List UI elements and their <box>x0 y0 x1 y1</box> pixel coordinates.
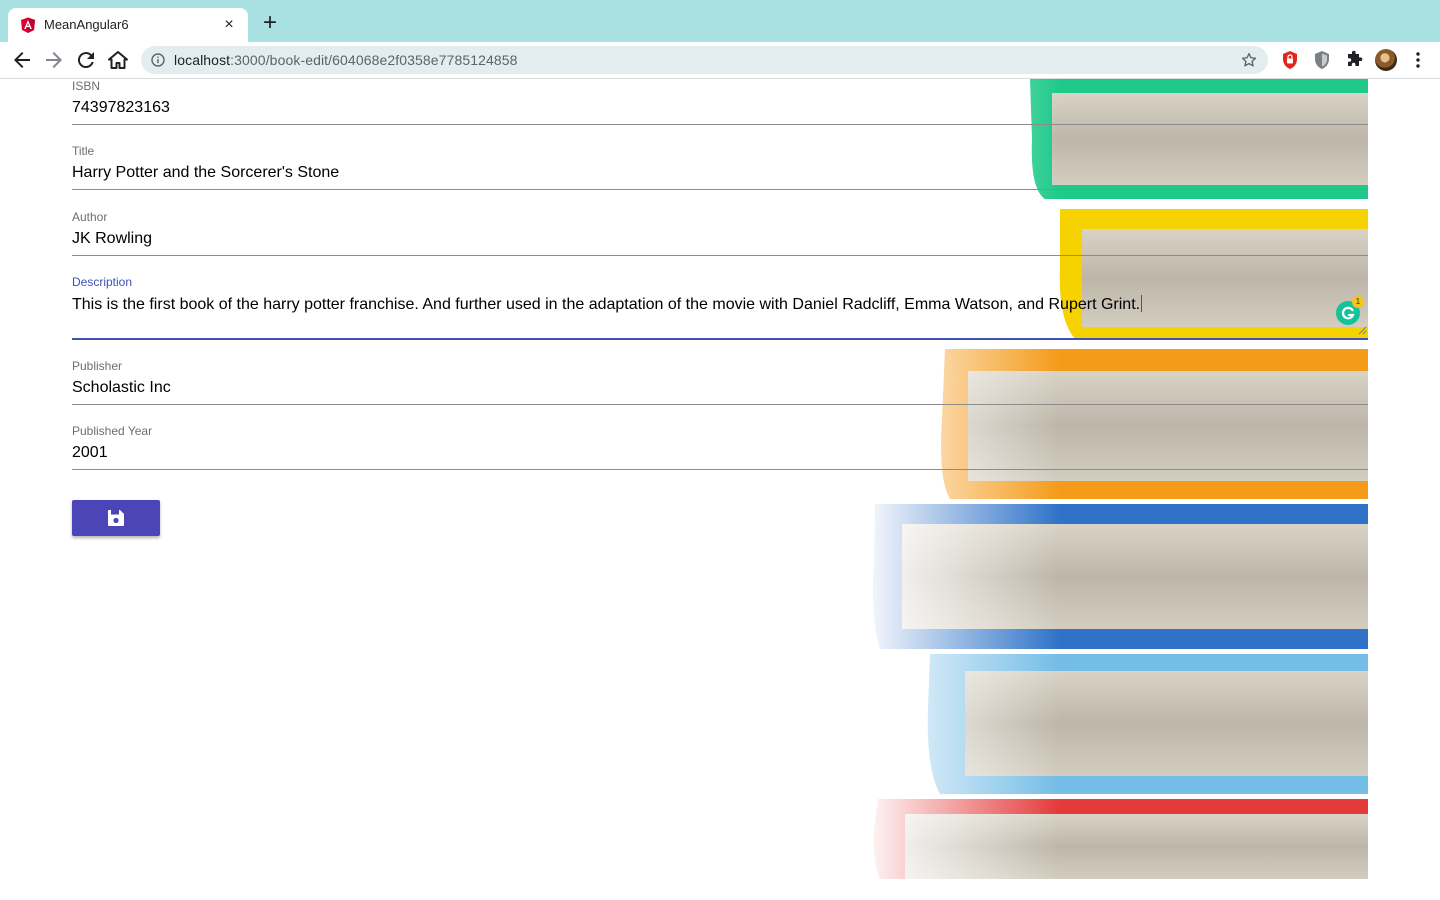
menu-kebab-icon[interactable] <box>1410 50 1426 70</box>
description-label: Description <box>72 275 133 289</box>
author-label: Author <box>72 210 108 224</box>
tab-title: MeanAngular6 <box>44 17 129 32</box>
extension-shield-gray-icon[interactable] <box>1312 50 1332 70</box>
address-bar[interactable]: localhost:3000/book-edit/604068e2f0358e7… <box>141 46 1268 74</box>
text-caret <box>1141 295 1143 312</box>
extension-shield-red-icon[interactable] <box>1280 50 1300 70</box>
browser-tabstrip: MeanAngular6 × + <box>0 0 1440 42</box>
publisher-label: Publisher <box>72 359 123 373</box>
bookmark-star-icon[interactable] <box>1240 51 1258 69</box>
save-floppy-icon <box>108 510 124 526</box>
book-stack-background-image <box>860 79 1368 879</box>
home-icon[interactable] <box>106 48 130 72</box>
save-button[interactable] <box>72 500 160 536</box>
browser-toolbar: localhost:3000/book-edit/604068e2f0358e7… <box>0 42 1440 79</box>
url-text[interactable]: localhost:3000/book-edit/604068e2f0358e7… <box>174 52 518 68</box>
grammarly-badge: 1 <box>1352 296 1364 308</box>
published-year-input[interactable]: 2001 <box>72 444 108 462</box>
browser-tab[interactable]: MeanAngular6 × <box>8 8 248 42</box>
forward-icon[interactable] <box>42 48 66 72</box>
isbn-field[interactable]: ISBN 74397823163 <box>72 79 1368 125</box>
isbn-label: ISBN <box>72 79 101 93</box>
title-input[interactable]: Harry Potter and the Sorcerer's Stone <box>72 164 339 182</box>
back-icon[interactable] <box>10 48 34 72</box>
description-field[interactable]: Description This is the first book of th… <box>72 267 1368 340</box>
url-host: localhost <box>174 52 231 68</box>
title-field[interactable]: Title Harry Potter and the Sorcerer's St… <box>72 136 1368 190</box>
title-label: Title <box>72 144 95 158</box>
url-path: :3000/book-edit/604068e2f0358e7785124858 <box>230 52 518 68</box>
reload-icon[interactable] <box>74 48 98 72</box>
tab-close-icon[interactable]: × <box>220 16 238 34</box>
extensions-puzzle-icon[interactable] <box>1344 50 1364 70</box>
publisher-input[interactable]: Scholastic Inc <box>72 379 171 397</box>
author-input[interactable]: JK Rowling <box>72 230 152 248</box>
angular-logo-icon <box>21 17 35 33</box>
published-year-label: Published Year <box>72 424 153 438</box>
author-field[interactable]: Author JK Rowling <box>72 202 1368 256</box>
textarea-resize-handle-icon[interactable] <box>1357 325 1367 335</box>
profile-avatar[interactable] <box>1375 49 1397 71</box>
published-year-field[interactable]: Published Year 2001 <box>72 416 1368 470</box>
page-content: ISBN 74397823163 Title Harry Potter and … <box>0 79 1440 879</box>
isbn-input[interactable]: 74397823163 <box>72 99 170 117</box>
description-text: This is the first book of the harry pott… <box>72 296 1141 313</box>
new-tab-icon[interactable]: + <box>258 11 282 36</box>
site-info-icon[interactable] <box>151 53 165 67</box>
description-textarea[interactable]: This is the first book of the harry pott… <box>72 295 1143 314</box>
publisher-field[interactable]: Publisher Scholastic Inc <box>72 351 1368 405</box>
